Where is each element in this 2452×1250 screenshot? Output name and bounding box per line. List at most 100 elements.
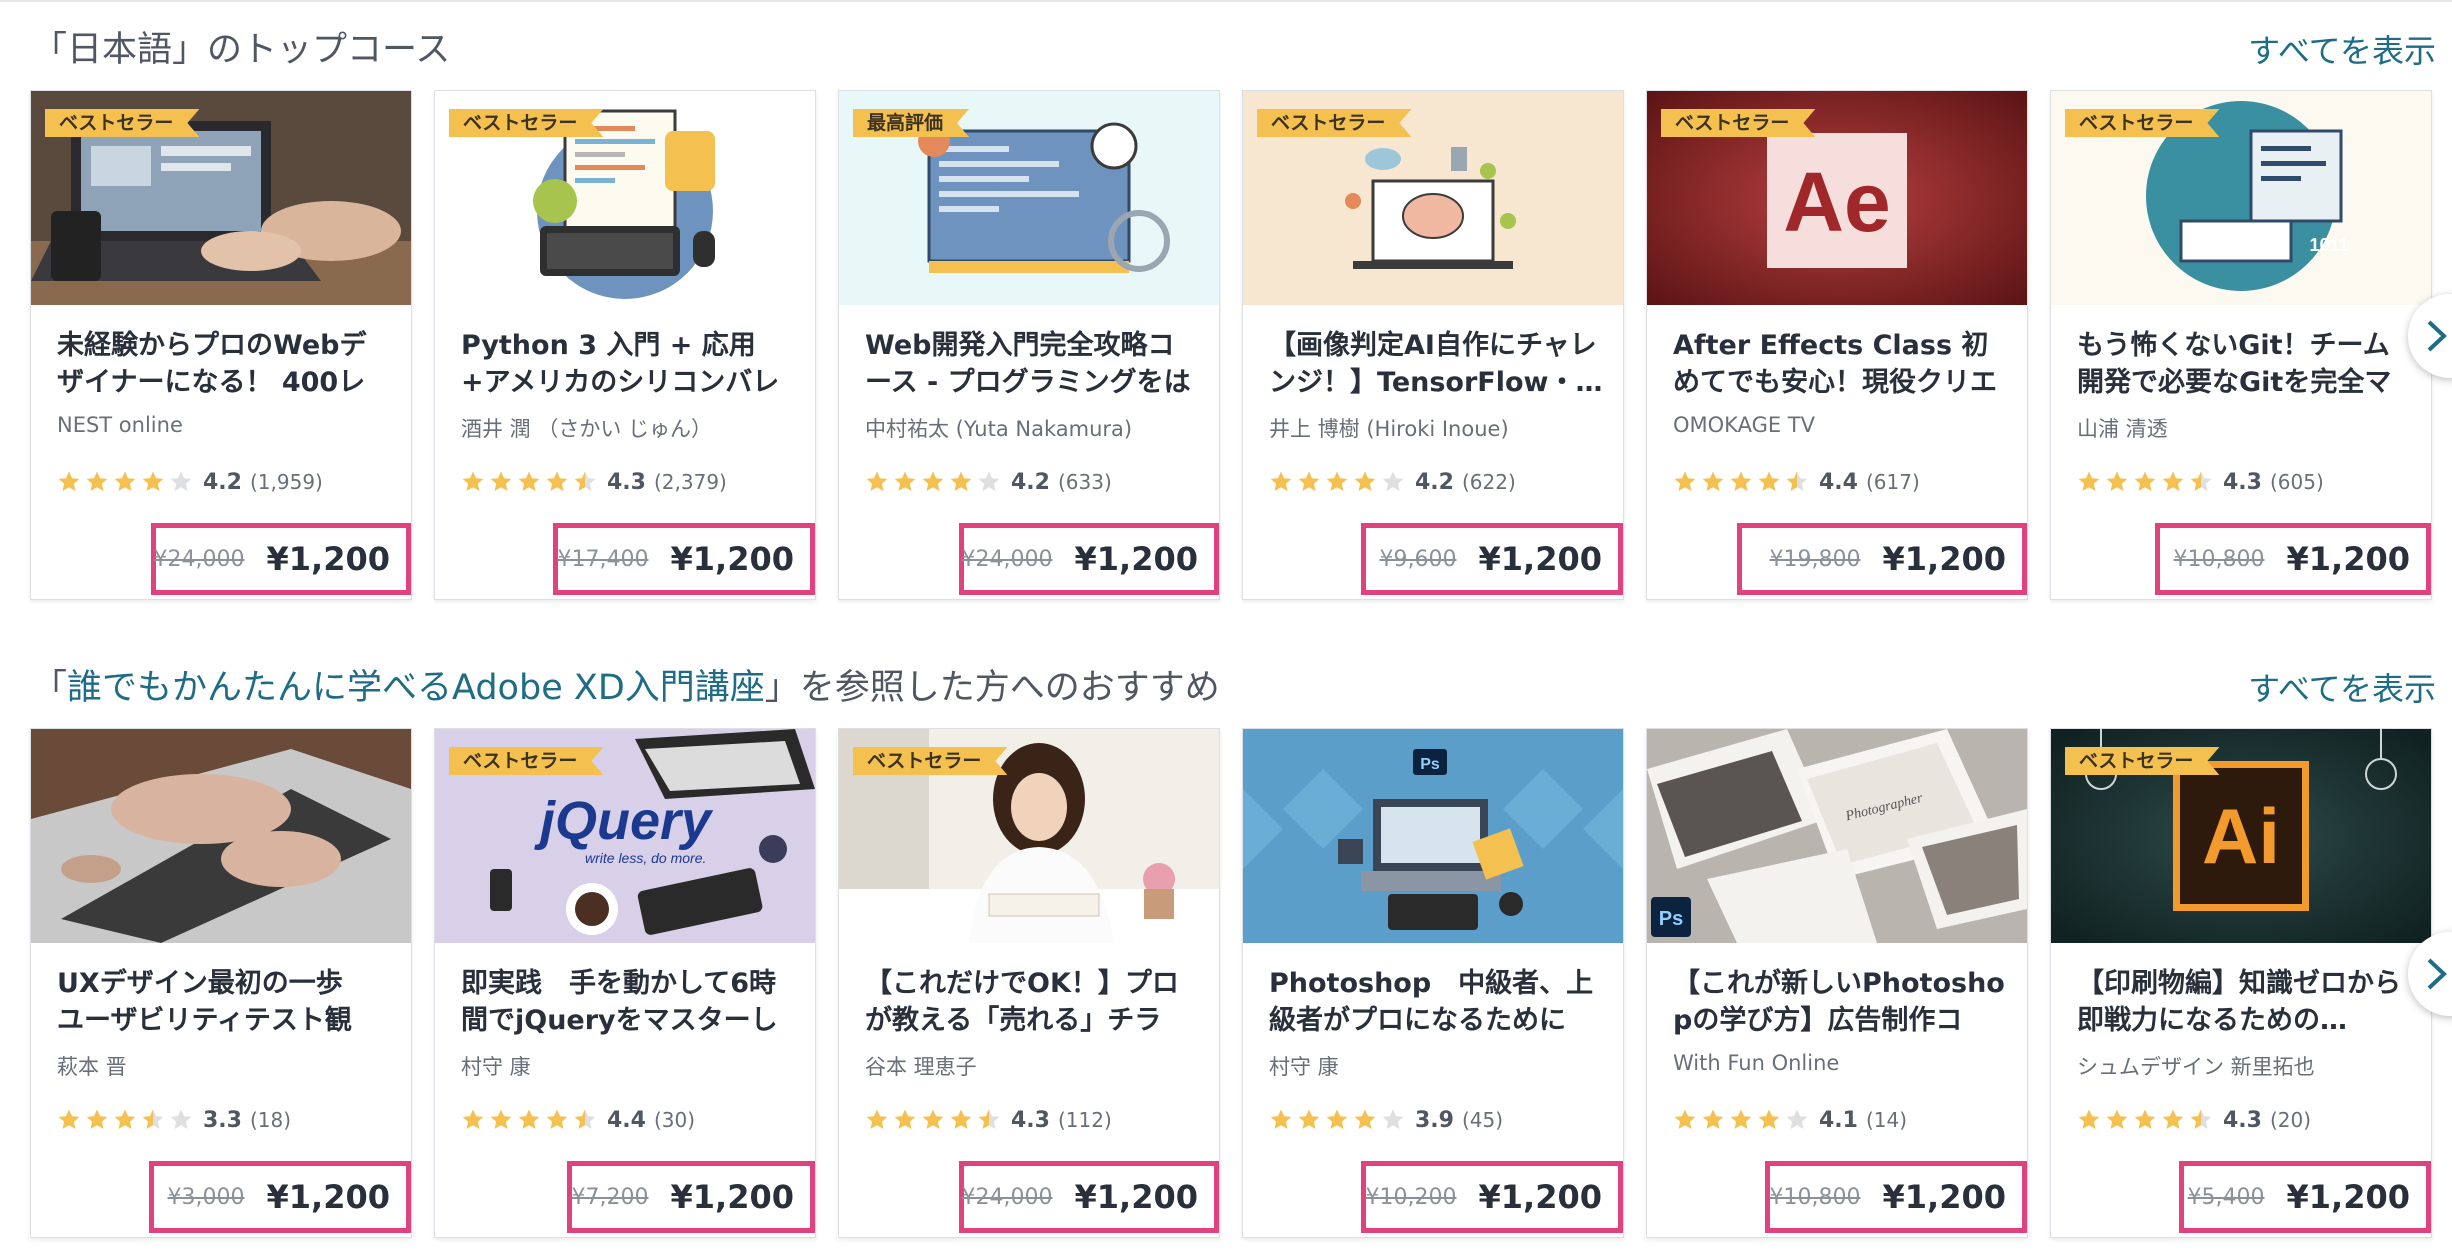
price-highlight-box: ¥5,400 ¥1,200 <box>2179 1161 2431 1233</box>
course-title[interactable]: Photoshop 中級者、上級者がプロになるために最… <box>1269 965 1605 1039</box>
star-full-icon <box>1326 471 1348 491</box>
sale-price: ¥1,200 <box>1882 540 2006 578</box>
rating-value: 4.3 <box>2223 1107 2262 1133</box>
course-thumbnail[interactable]: Ps <box>1243 729 1623 943</box>
course-card[interactable]: ベストセラー 【画像判定AI自作にチャレンジ！】TensorFlow・… 井上 … <box>1242 90 1624 600</box>
course-card[interactable]: 最高評価 Web開発入門完全攻略コース - プログラミングをはじ… 中村祐太 (… <box>838 90 1220 600</box>
star-full-icon <box>1270 1109 1292 1129</box>
course-author: With Fun Online <box>1673 1051 1840 1075</box>
see-all-link[interactable]: すべてを表示 <box>2248 668 2436 710</box>
star-rating <box>865 1108 1005 1132</box>
chevron-right-icon <box>2427 958 2447 990</box>
star-full-icon <box>490 471 512 491</box>
star-empty-icon <box>1382 471 1404 491</box>
star-full-icon <box>114 471 136 491</box>
keyboard-photo-thumbnail <box>31 729 411 943</box>
course-author: 萩本 晋 <box>57 1055 127 1079</box>
see-all-link[interactable]: すべてを表示 <box>2248 30 2436 72</box>
course-card[interactable]: ベストセラー Python 3 入門 + 応用 +アメリカのシリコンバレー流… … <box>434 90 816 600</box>
course-title[interactable]: After Effects Class 初めてでも安心！現役クリエイ… <box>1673 327 2009 401</box>
ps-logo-text: Ps <box>1420 756 1440 773</box>
course-card[interactable]: ベストセラー 未経験からプロのWebデザイナーになる！ 400レッ… NEST … <box>30 90 412 600</box>
star-half-icon <box>574 471 596 491</box>
sale-price: ¥1,200 <box>266 540 390 578</box>
star-rating <box>57 1108 197 1132</box>
star-full-icon <box>950 471 972 491</box>
star-full-icon <box>58 1109 80 1129</box>
review-count: (2,379) <box>653 470 727 494</box>
review-count: (633) <box>1057 470 1112 494</box>
course-card[interactable]: Ps Photoshop 中級者、上級者がプロになるために最… 村守 康 3.9… <box>1242 728 1624 1238</box>
price-highlight-box: ¥10,200 ¥1,200 <box>1361 1161 1623 1233</box>
course-card[interactable]: UXデザイン最初の一歩 ユーザビリティテスト観察… 萩本 晋 3.3 (18) … <box>30 728 412 1238</box>
top-divider <box>0 0 2452 2</box>
star-full-icon <box>950 1109 972 1129</box>
original-price: ¥9,600 <box>1379 546 1457 572</box>
course-thumbnail[interactable] <box>31 729 411 943</box>
star-full-icon <box>2134 471 2156 491</box>
course-card[interactable]: jQuery write less, do more. ベストセラー 即実践 手… <box>434 728 816 1238</box>
original-price: ¥24,000 <box>961 546 1053 572</box>
course-title[interactable]: 【これが新しいPhotoshopの学び方】広告制作コー… <box>1673 965 2009 1039</box>
star-full-icon <box>866 1109 888 1129</box>
sale-price: ¥1,200 <box>670 540 794 578</box>
star-full-icon <box>490 1109 512 1129</box>
rating-value: 4.3 <box>607 469 646 495</box>
star-full-icon <box>546 471 568 491</box>
original-price: ¥10,800 <box>2173 546 2265 572</box>
original-price: ¥17,400 <box>557 546 649 572</box>
rating-value: 4.2 <box>1415 469 1454 495</box>
star-rating <box>1673 1108 1813 1132</box>
price-highlight-box: ¥24,000 ¥1,200 <box>151 523 411 595</box>
jquery-logo-text: jQuery <box>534 791 714 851</box>
price-highlight-box: ¥9,600 ¥1,200 <box>1361 523 1623 595</box>
star-rating <box>2077 1108 2217 1132</box>
original-price: ¥10,800 <box>1769 1184 1861 1210</box>
course-title[interactable]: 【印刷物編】知識ゼロから即戦力になるための… <box>2077 965 2413 1039</box>
course-author: 中村祐太 (Yuta Nakamura) <box>865 417 1133 441</box>
review-count: (18) <box>249 1108 292 1132</box>
review-count: (1,959) <box>249 470 323 494</box>
star-full-icon <box>2162 1109 2184 1129</box>
rating-value: 4.3 <box>2223 469 2262 495</box>
course-thumbnail[interactable]: Photographer Ps <box>1647 729 2027 943</box>
course-title[interactable]: 未経験からプロのWebデザイナーになる！ 400レッ… <box>57 327 393 401</box>
star-full-icon <box>922 471 944 491</box>
sale-price: ¥1,200 <box>1074 1178 1198 1216</box>
course-title[interactable]: Web開発入門完全攻略コース - プログラミングをはじ… <box>865 327 1201 401</box>
course-card[interactable]: 1011 ベストセラー もう怖くないGit！チーム開発で必要なGitを完全マス…… <box>2050 90 2432 600</box>
course-card[interactable]: Ae ベストセラー After Effects Class 初めてでも安心！現役… <box>1646 90 2028 600</box>
course-card[interactable]: Ai ベストセラー 【印刷物編】知識ゼロから即戦力になるための… シュムデザイン… <box>2050 728 2432 1238</box>
section-title-suffix: 」を参照した方へのおすすめ <box>764 668 1220 708</box>
jquery-tagline: write less, do more. <box>585 850 706 866</box>
course-title[interactable]: Python 3 入門 + 応用 +アメリカのシリコンバレー流… <box>461 327 797 401</box>
review-count: (14) <box>1865 1108 1908 1132</box>
course-card[interactable]: Photographer Ps 【これが新しいPhotoshopの学び方】広告制… <box>1646 728 2028 1238</box>
star-full-icon <box>2134 1109 2156 1129</box>
course-title[interactable]: 【画像判定AI自作にチャレンジ！】TensorFlow・… <box>1269 327 1605 401</box>
star-full-icon <box>1702 1109 1724 1129</box>
course-title[interactable]: 【これだけでOK！】プロが教える「売れる」チラシ… <box>865 965 1201 1039</box>
star-full-icon <box>1326 1109 1348 1129</box>
star-full-icon <box>894 1109 916 1129</box>
star-empty-icon <box>170 1109 192 1129</box>
star-empty-icon <box>170 471 192 491</box>
sale-price: ¥1,200 <box>1478 1178 1602 1216</box>
course-card[interactable]: ベストセラー 【これだけでOK！】プロが教える「売れる」チラシ… 谷本 理恵子 … <box>838 728 1220 1238</box>
referenced-course-link[interactable]: 誰でもかんたんに学べるAdobe XD入門講座 <box>67 668 765 708</box>
star-full-icon <box>1702 471 1724 491</box>
price-highlight-box: ¥3,000 ¥1,200 <box>149 1161 411 1233</box>
course-rating: 4.4 (617) <box>1673 467 1920 497</box>
star-empty-icon <box>1382 1109 1404 1129</box>
course-title[interactable]: 即実践 手を動かして6時間でjQueryをマスターしよ… <box>461 965 797 1039</box>
star-rating <box>1269 470 1409 494</box>
bestseller-badge: ベストセラー <box>1661 109 1815 137</box>
sale-price: ¥1,200 <box>1074 540 1198 578</box>
course-title[interactable]: もう怖くないGit！チーム開発で必要なGitを完全マス… <box>2077 327 2413 401</box>
star-full-icon <box>2106 1109 2128 1129</box>
course-rating: 3.3 (18) <box>57 1105 291 1135</box>
sale-price: ¥1,200 <box>1478 540 1602 578</box>
review-count: (45) <box>1461 1108 1504 1132</box>
course-title[interactable]: UXデザイン最初の一歩 ユーザビリティテスト観察… <box>57 965 393 1039</box>
ae-logo-text: Ae <box>1783 155 1890 249</box>
